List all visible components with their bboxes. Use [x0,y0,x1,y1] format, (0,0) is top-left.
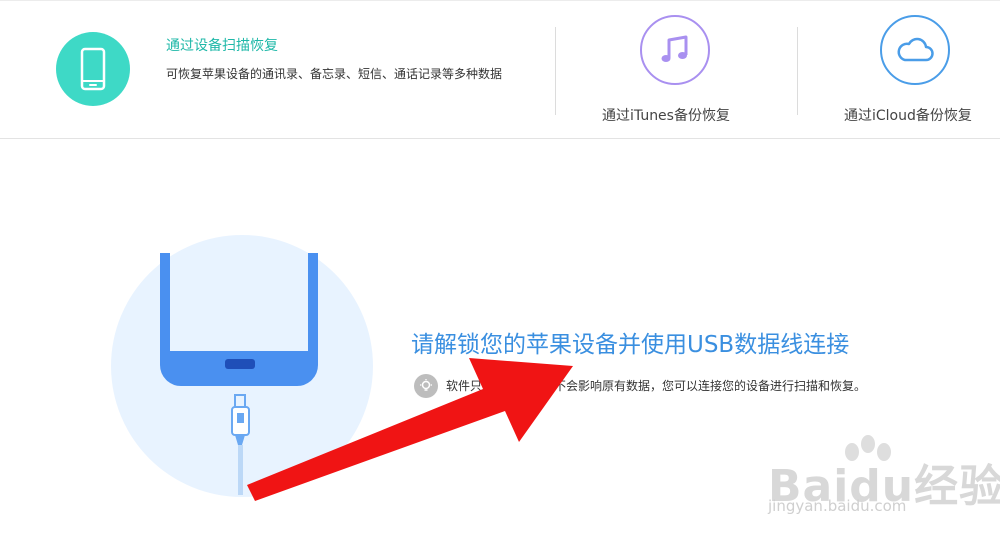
phone-icon [56,32,130,106]
music-note-icon [640,15,710,85]
recovery-page: 通过设备扫描恢复 可恢复苹果设备的通讯录、备忘录、短信、通话记录等多种数据 通过… [0,0,1000,542]
cloud-icon [880,15,950,85]
mode-icloud-backup-label: 通过iCloud备份恢复 [844,108,972,124]
lightbulb-icon [414,374,438,398]
mode-device-scan-description: 可恢复苹果设备的通讯录、备忘录、短信、通话记录等多种数据 [166,67,503,81]
mode-device-scan-title: 通过设备扫描恢复 [166,38,278,54]
mode-itunes-backup[interactable]: 通过iTunes备份恢复 [556,1,796,140]
mode-icloud-backup[interactable]: 通过iCloud备份恢复 [798,1,1000,140]
mode-device-scan[interactable]: 通过设备扫描恢复 可恢复苹果设备的通讯录、备忘录、短信、通话记录等多种数据 [0,1,555,140]
recovery-mode-bar: 通过设备扫描恢复 可恢复苹果设备的通讯录、备忘录、短信、通话记录等多种数据 通过… [0,0,1000,139]
phone-usb-illustration [160,253,318,495]
watermark-url: jingyan.baidu.com [768,497,907,515]
tip-text: 软件只会读取数据，不会影响原有数据，您可以连接您的设备进行扫描和恢复。 [446,379,867,393]
mode-itunes-backup-label: 通过iTunes备份恢复 [602,108,730,124]
connect-instruction-title: 请解锁您的苹果设备并使用USB数据线连接 [411,332,850,358]
